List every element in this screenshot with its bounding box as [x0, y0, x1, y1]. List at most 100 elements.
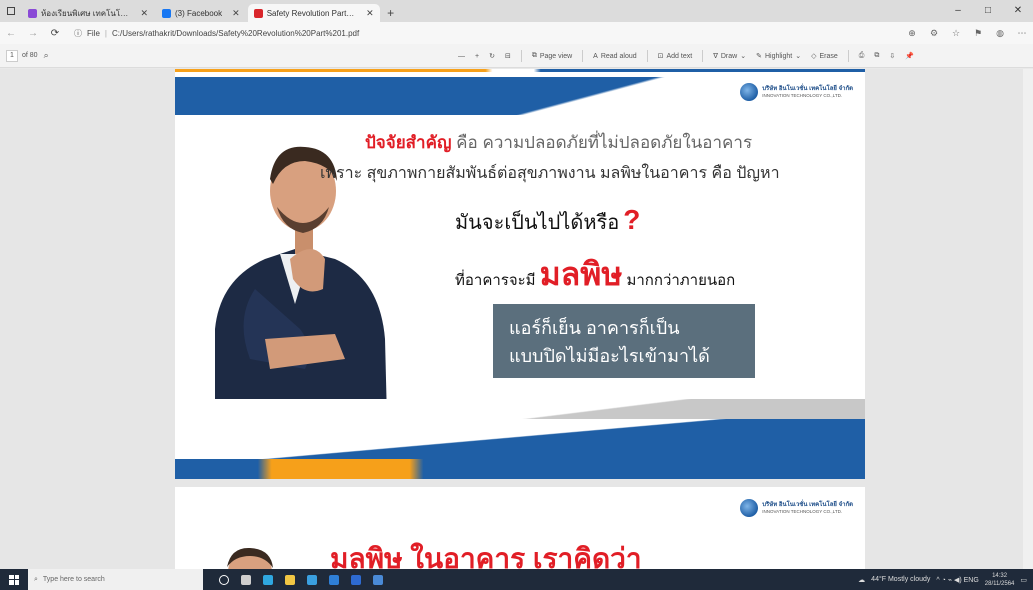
notification-icon[interactable]: ▭: [1020, 576, 1027, 584]
windows-icon: [9, 574, 19, 585]
rotate-button[interactable]: ↻: [489, 52, 495, 60]
divider: [582, 50, 584, 62]
taskbar-search[interactable]: ⌕ Type here to search: [28, 569, 203, 590]
close-icon[interactable]: ✕: [360, 8, 374, 19]
protocol-label: File: [87, 28, 100, 38]
tab-pdf[interactable]: Safety Revolution Part 1.pdf ✕: [247, 4, 380, 22]
task-view-icon: [241, 574, 251, 585]
extension-icon[interactable]: ⊕: [901, 28, 923, 39]
app-grid-taskbar-button[interactable]: [367, 569, 389, 590]
cortana-taskbar-button[interactable]: [213, 569, 235, 590]
header-band: บริษัท อินโนเวชั่น เทคโนโลยี จำกัด INNOV…: [175, 77, 865, 115]
decorative-band: [175, 419, 865, 464]
start-button[interactable]: [0, 569, 28, 590]
file-explorer-taskbar-button[interactable]: [279, 569, 301, 590]
close-icon[interactable]: ✕: [226, 8, 240, 19]
headline-highlight: ปัจจัยสำคัญ: [365, 133, 452, 152]
page-2-title: มลพิษ ในอาคาร เราคิดว่า: [330, 543, 642, 569]
logo-icon: [740, 83, 759, 101]
page-view-icon: ⧉: [531, 52, 537, 59]
minimize-button[interactable]: –: [943, 0, 973, 22]
collections-icon[interactable]: ⚑: [967, 28, 989, 39]
new-tab-button[interactable]: +: [382, 4, 400, 22]
address-bar[interactable]: ⓘ File | C:/Users/rathakrit/Downloads/Sa…: [74, 28, 359, 39]
save-icon[interactable]: ⇩: [889, 52, 895, 60]
draw-button[interactable]: ∇ Draw ⌄: [713, 52, 746, 61]
erase-label: Erase: [819, 52, 838, 60]
search-icon: ⌕: [34, 575, 38, 583]
back-button[interactable]: ←: [0, 28, 22, 39]
mail-taskbar-button[interactable]: [323, 569, 345, 590]
tab-classroom[interactable]: ห้องเรียนพิเศษ เทคโนโลยีและนวัตกรรม ✕: [22, 4, 154, 22]
page-view-label: Page view: [539, 52, 573, 60]
close-window-button[interactable]: ✕: [1003, 0, 1033, 22]
tab-actions-button[interactable]: [0, 0, 22, 22]
highlight-button[interactable]: ✎ Highlight ⌄: [756, 52, 801, 61]
info-icon: ⓘ: [74, 28, 82, 38]
settings-icon[interactable]: ⚙: [923, 28, 945, 39]
divider: [646, 50, 648, 62]
page-count: of 80: [22, 52, 38, 59]
address-bar-row: ← → ⟳ ⓘ File | C:/Users/rathakrit/Downlo…: [0, 22, 1033, 44]
favicon-icon: [162, 8, 171, 18]
tab-actions-icon: [7, 7, 15, 15]
fit-page-button[interactable]: ⊟: [505, 52, 511, 60]
add-text-button[interactable]: ⊡ Add text: [658, 52, 693, 61]
favorite-icon[interactable]: ☆: [945, 28, 967, 39]
zoom-out-button[interactable]: —: [458, 53, 465, 60]
clock[interactable]: 14:32 28/11/2564: [985, 572, 1015, 588]
erase-button[interactable]: ◇ Erase: [811, 52, 838, 61]
zoom-in-button[interactable]: +: [475, 53, 479, 60]
search-placeholder: Type here to search: [42, 576, 105, 583]
favicon-icon: [28, 8, 37, 18]
divider: [847, 50, 849, 62]
taskbar-apps: [213, 569, 389, 590]
page-number-input[interactable]: 1: [6, 49, 18, 62]
read-aloud-button[interactable]: A Read aloud: [593, 53, 636, 60]
browser-actions: ⊕ ⚙ ☆ ⚑ ◍ ⋯: [901, 28, 1033, 39]
decorative-band: [175, 459, 865, 479]
callout-line-1: แอร์ก็เย็น อาคารก็เป็น: [509, 318, 680, 338]
company-name: บริษัท อินโนเวชั่น เทคโนโลยี จำกัด: [762, 502, 853, 508]
task-view-taskbar-button[interactable]: [235, 569, 257, 590]
profile-icon[interactable]: ◍: [989, 28, 1011, 39]
restore-button[interactable]: □: [973, 0, 1003, 22]
app-blue-taskbar-button[interactable]: [345, 569, 367, 590]
date: 28/11/2564: [984, 580, 1015, 587]
company-logo: บริษัท อินโนเวชั่น เทคโนโลยี จำกัด INNOV…: [740, 83, 853, 101]
store-taskbar-button[interactable]: [301, 569, 323, 590]
pin-icon[interactable]: 📌: [905, 52, 914, 60]
more-icon[interactable]: ⋯: [1011, 28, 1033, 39]
tab-facebook[interactable]: (3) Facebook ✕: [156, 4, 246, 22]
callout-line-2: แบบปิดไม่มีอะไรเข้ามาได้: [509, 346, 710, 366]
print-icon[interactable]: ⎙: [859, 52, 865, 60]
pollution-post: มากกว่าภายนอก: [626, 272, 736, 289]
company-logo: บริษัท อินโนเวชั่น เทคโนโลยี จำกัด INNOV…: [740, 499, 853, 517]
url-text: C:/Users/rathakrit/Downloads/Safety%20Re…: [111, 28, 360, 38]
divider: [520, 50, 522, 62]
tray-icons[interactable]: ^ ◔ ⌁ ◀) ENG: [936, 576, 978, 584]
tab-label: (3) Facebook: [175, 8, 223, 18]
man-head-image: [227, 547, 273, 569]
search-icon[interactable]: ⌕: [44, 50, 49, 61]
fit-width-icon[interactable]: ⧉: [874, 52, 879, 60]
forward-button[interactable]: →: [22, 28, 44, 39]
read-aloud-label: Read aloud: [600, 52, 637, 60]
refresh-button[interactable]: ⟳: [44, 28, 66, 39]
weather-text[interactable]: 44°F Mostly cloudy: [871, 576, 930, 583]
question-text: มันจะเป็นไปได้หรือ: [455, 212, 620, 234]
draw-label: Draw: [720, 52, 738, 60]
edge-taskbar-button[interactable]: [257, 569, 279, 590]
pdf-viewport[interactable]: บริษัท อินโนเวชั่น เทคโนโลยี จำกัด INNOV…: [0, 69, 1033, 569]
page-view-button[interactable]: ⧉ Page view: [532, 52, 572, 60]
scrollbar[interactable]: [1023, 69, 1033, 569]
decorative-band: [175, 69, 865, 72]
tab-label: Safety Revolution Part 1.pdf: [266, 8, 356, 18]
time: 14:32: [992, 572, 1008, 579]
callout-box: แอร์ก็เย็น อาคารก็เป็น แบบปิดไม่มีอะไรเข…: [493, 304, 755, 378]
close-icon[interactable]: ✕: [134, 8, 148, 19]
edge-icon: [263, 574, 273, 585]
file-explorer-icon: [285, 574, 295, 585]
pollution-line: ที่อาคารจะมี มลพิษ มากกว่าภายนอก: [455, 249, 735, 300]
weather-icon: ☁: [858, 576, 866, 584]
